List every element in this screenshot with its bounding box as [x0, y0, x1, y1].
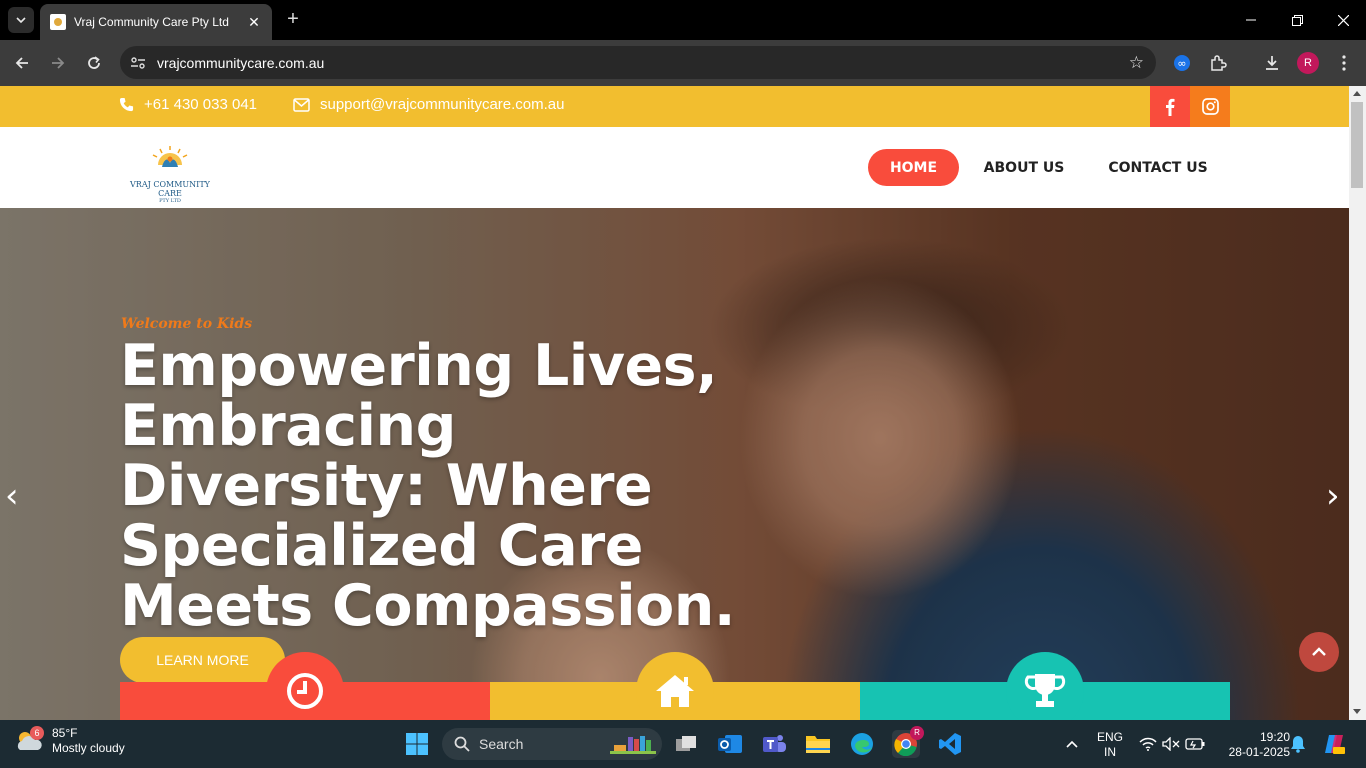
- battery-icon[interactable]: [1181, 730, 1209, 758]
- instagram-link[interactable]: [1190, 86, 1230, 127]
- chrome-profile-badge: R: [910, 726, 924, 740]
- site-logo[interactable]: VRAJ COMMUNITY CARE PTY LTD: [120, 145, 220, 204]
- contact-topbar: +61 430 033 041 support@vrajcommunitycar…: [0, 86, 1349, 127]
- search-icon: [454, 736, 470, 752]
- facebook-icon: [1166, 98, 1175, 116]
- email-contact[interactable]: support@vrajcommunitycare.com.au: [293, 96, 564, 113]
- edge-icon[interactable]: [848, 730, 876, 758]
- vscode-icon[interactable]: [936, 730, 964, 758]
- forward-arrow-icon: [52, 57, 65, 69]
- feature-box-2: [490, 652, 860, 720]
- url-text: vrajcommunitycare.com.au: [157, 55, 325, 71]
- address-bar[interactable]: vrajcommunitycare.com.au ☆: [120, 46, 1156, 79]
- phone-contact[interactable]: +61 430 033 041: [119, 96, 257, 113]
- chevron-down-icon: [16, 17, 26, 24]
- show-hidden-icons-chevron-icon[interactable]: [1058, 730, 1086, 758]
- teams-icon[interactable]: [760, 730, 788, 758]
- language-indicator[interactable]: ENG IN: [1094, 730, 1126, 760]
- trophy-icon: [1006, 652, 1084, 720]
- web-page: +61 430 033 041 support@vrajcommunitycar…: [0, 86, 1349, 720]
- page-scrollbar[interactable]: [1349, 86, 1366, 720]
- scroll-down-arrow-icon[interactable]: [1353, 709, 1361, 714]
- back-button[interactable]: [10, 51, 34, 75]
- file-explorer-icon[interactable]: [804, 730, 832, 758]
- search-highlight-books-icon: [610, 736, 656, 754]
- extensions-puzzle-icon[interactable]: [1207, 52, 1229, 74]
- instagram-icon: [1201, 98, 1219, 115]
- language-code: ENG: [1096, 730, 1123, 744]
- tab-close-icon[interactable]: ✕: [246, 14, 262, 31]
- weather-temperature: 85°F: [52, 726, 78, 740]
- tab-title: Vraj Community Care Pty Ltd: [74, 15, 229, 29]
- email-address: support@vrajcommunitycare.com.au: [320, 96, 565, 113]
- slider-next-arrow-icon[interactable]: ›: [1326, 476, 1340, 516]
- minimize-icon: [1246, 19, 1256, 21]
- hero-title: Empowering Lives, Embracing Diversity: W…: [120, 333, 736, 639]
- reload-button[interactable]: [82, 51, 106, 75]
- windows-taskbar: 6 85°F Mostly cloudy Search R ENG IN 19:…: [0, 720, 1366, 768]
- chrome-menu-icon[interactable]: [1333, 52, 1355, 74]
- weather-description: Mostly cloudy: [52, 741, 125, 755]
- scroll-up-arrow-icon[interactable]: [1353, 91, 1361, 96]
- downloads-icon[interactable]: [1261, 52, 1283, 74]
- home-icon: [636, 652, 714, 720]
- clock-date: 28-01-2025: [1228, 745, 1290, 759]
- nav-about-us[interactable]: ABOUT US: [978, 149, 1070, 186]
- restore-icon: [1291, 14, 1303, 26]
- phone-icon: [119, 97, 134, 112]
- outlook-icon[interactable]: [716, 730, 744, 758]
- feature-box-1: [120, 652, 490, 720]
- restore-button[interactable]: [1274, 0, 1320, 40]
- feature-box-3: [860, 652, 1230, 720]
- close-window-button[interactable]: [1320, 0, 1366, 40]
- reload-icon: [88, 56, 100, 69]
- copilot-icon[interactable]: [1320, 730, 1348, 758]
- search-placeholder: Search: [479, 736, 524, 752]
- slider-prev-arrow-icon[interactable]: ‹: [5, 476, 19, 516]
- hero-tagline: Welcome to Kids: [121, 316, 253, 332]
- back-arrow-icon: [15, 57, 28, 69]
- weather-alert-badge: 6: [30, 726, 44, 740]
- site-info-icon[interactable]: [128, 53, 148, 73]
- clock-time: 19:20: [1259, 730, 1290, 744]
- browser-toolbar: vrajcommunitycare.com.au ☆ ∞: [0, 40, 1366, 86]
- browser-tab-active[interactable]: Vraj Community Care Pty Ltd ✕: [40, 4, 272, 40]
- envelope-icon: [293, 97, 310, 112]
- weather-widget[interactable]: 6 85°F Mostly cloudy: [14, 726, 125, 756]
- chevron-up-icon: [1312, 647, 1326, 656]
- logo-sun-hands-icon: [152, 146, 188, 167]
- notification-bell-icon[interactable]: [1284, 730, 1312, 758]
- system-clock[interactable]: 19:20 28-01-2025: [1214, 730, 1290, 760]
- profile-avatar[interactable]: R: [1297, 52, 1319, 74]
- taskbar-search-box[interactable]: Search: [442, 728, 662, 760]
- site-favicon-icon: [50, 14, 66, 30]
- hero-slider: Welcome to Kids Empowering Lives, Embrac…: [0, 208, 1349, 720]
- phone-number: +61 430 033 041: [144, 96, 258, 113]
- learn-more-button[interactable]: LEARN MORE: [120, 637, 285, 683]
- nav-home[interactable]: HOME: [868, 149, 959, 186]
- svg-text:∞: ∞: [1177, 57, 1186, 70]
- tab-search-button[interactable]: [8, 7, 34, 33]
- close-icon: [1337, 14, 1349, 26]
- scrollbar-thumb[interactable]: [1351, 102, 1363, 188]
- site-header: VRAJ COMMUNITY CARE PTY LTD HOME ABOUT U…: [0, 127, 1349, 208]
- new-tab-button[interactable]: +: [282, 9, 304, 31]
- logo-name: VRAJ COMMUNITY CARE: [130, 180, 210, 198]
- task-view-icon[interactable]: [672, 730, 700, 758]
- windows-start-icon[interactable]: [403, 730, 431, 758]
- minimize-button[interactable]: [1228, 0, 1274, 40]
- chrome-icon[interactable]: R: [892, 726, 924, 758]
- region-code: IN: [1104, 745, 1116, 759]
- logo-subtitle: PTY LTD: [159, 198, 181, 204]
- facebook-link[interactable]: [1150, 86, 1190, 127]
- scroll-to-top-button[interactable]: [1299, 632, 1339, 672]
- browser-tab-strip: Vraj Community Care Pty Ltd ✕ +: [0, 0, 1366, 40]
- extension-infinity-icon[interactable]: ∞: [1171, 52, 1193, 74]
- bookmark-star-icon[interactable]: ☆: [1129, 53, 1144, 73]
- forward-button[interactable]: [46, 51, 70, 75]
- nav-contact-us[interactable]: CONTACT US: [1104, 149, 1212, 186]
- clock-icon: [266, 652, 344, 720]
